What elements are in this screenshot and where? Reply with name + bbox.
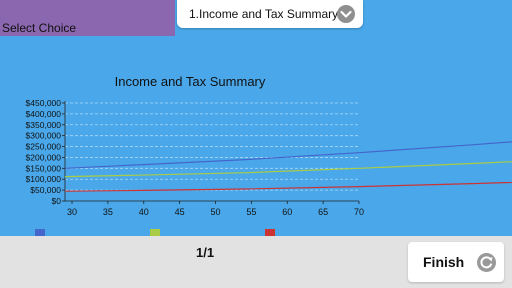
legend-swatch <box>150 229 160 236</box>
x-tick-label: 70 <box>354 207 364 217</box>
series-line <box>64 141 512 169</box>
y-tick-label: $250,000 <box>26 142 62 152</box>
x-tick-label: 40 <box>139 207 149 217</box>
x-tick-label: 60 <box>282 207 292 217</box>
y-tick-label: $450,000 <box>26 98 62 108</box>
finish-label: Finish <box>423 254 465 270</box>
legend-swatch <box>35 229 45 236</box>
page-indicator: 1/1 <box>196 245 215 260</box>
x-tick-label: 35 <box>103 207 113 217</box>
finish-button[interactable]: Finish <box>408 242 504 282</box>
y-tick-label: $50,000 <box>30 185 61 195</box>
chevron-down-icon[interactable] <box>337 5 355 23</box>
income-tax-chart: Income and Tax Summary $450,000$400,000$… <box>26 74 512 236</box>
x-tick-label: 65 <box>318 207 328 217</box>
bottom-bar: 1/1 Finish <box>0 236 512 288</box>
choice-label: Select Choice <box>2 21 77 35</box>
y-tick-label: $150,000 <box>26 163 62 173</box>
chart-title: Income and Tax Summary <box>115 74 266 89</box>
report-select[interactable]: 1.Income and Tax Summary <box>177 0 363 28</box>
x-tick-label: 55 <box>246 207 256 217</box>
choice-panel: Select Choice <box>0 0 175 36</box>
series-line <box>64 161 512 178</box>
refresh-icon <box>477 253 496 272</box>
y-tick-label: $0 <box>52 196 62 206</box>
y-tick-label: $350,000 <box>26 120 62 130</box>
y-tick-label: $100,000 <box>26 174 62 184</box>
x-tick-label: 50 <box>210 207 220 217</box>
report-select-value: 1.Income and Tax Summary <box>189 7 339 21</box>
y-tick-label: $400,000 <box>26 109 62 119</box>
chart-area: Income and Tax Summary $450,000 $400,000 $… <box>0 66 512 236</box>
x-tick-label: 45 <box>175 207 185 217</box>
legend-swatch <box>265 229 275 236</box>
y-tick-label: $300,000 <box>26 131 62 141</box>
series-line <box>64 181 512 192</box>
x-tick-label: 30 <box>67 207 77 217</box>
y-tick-label: $200,000 <box>26 152 62 162</box>
